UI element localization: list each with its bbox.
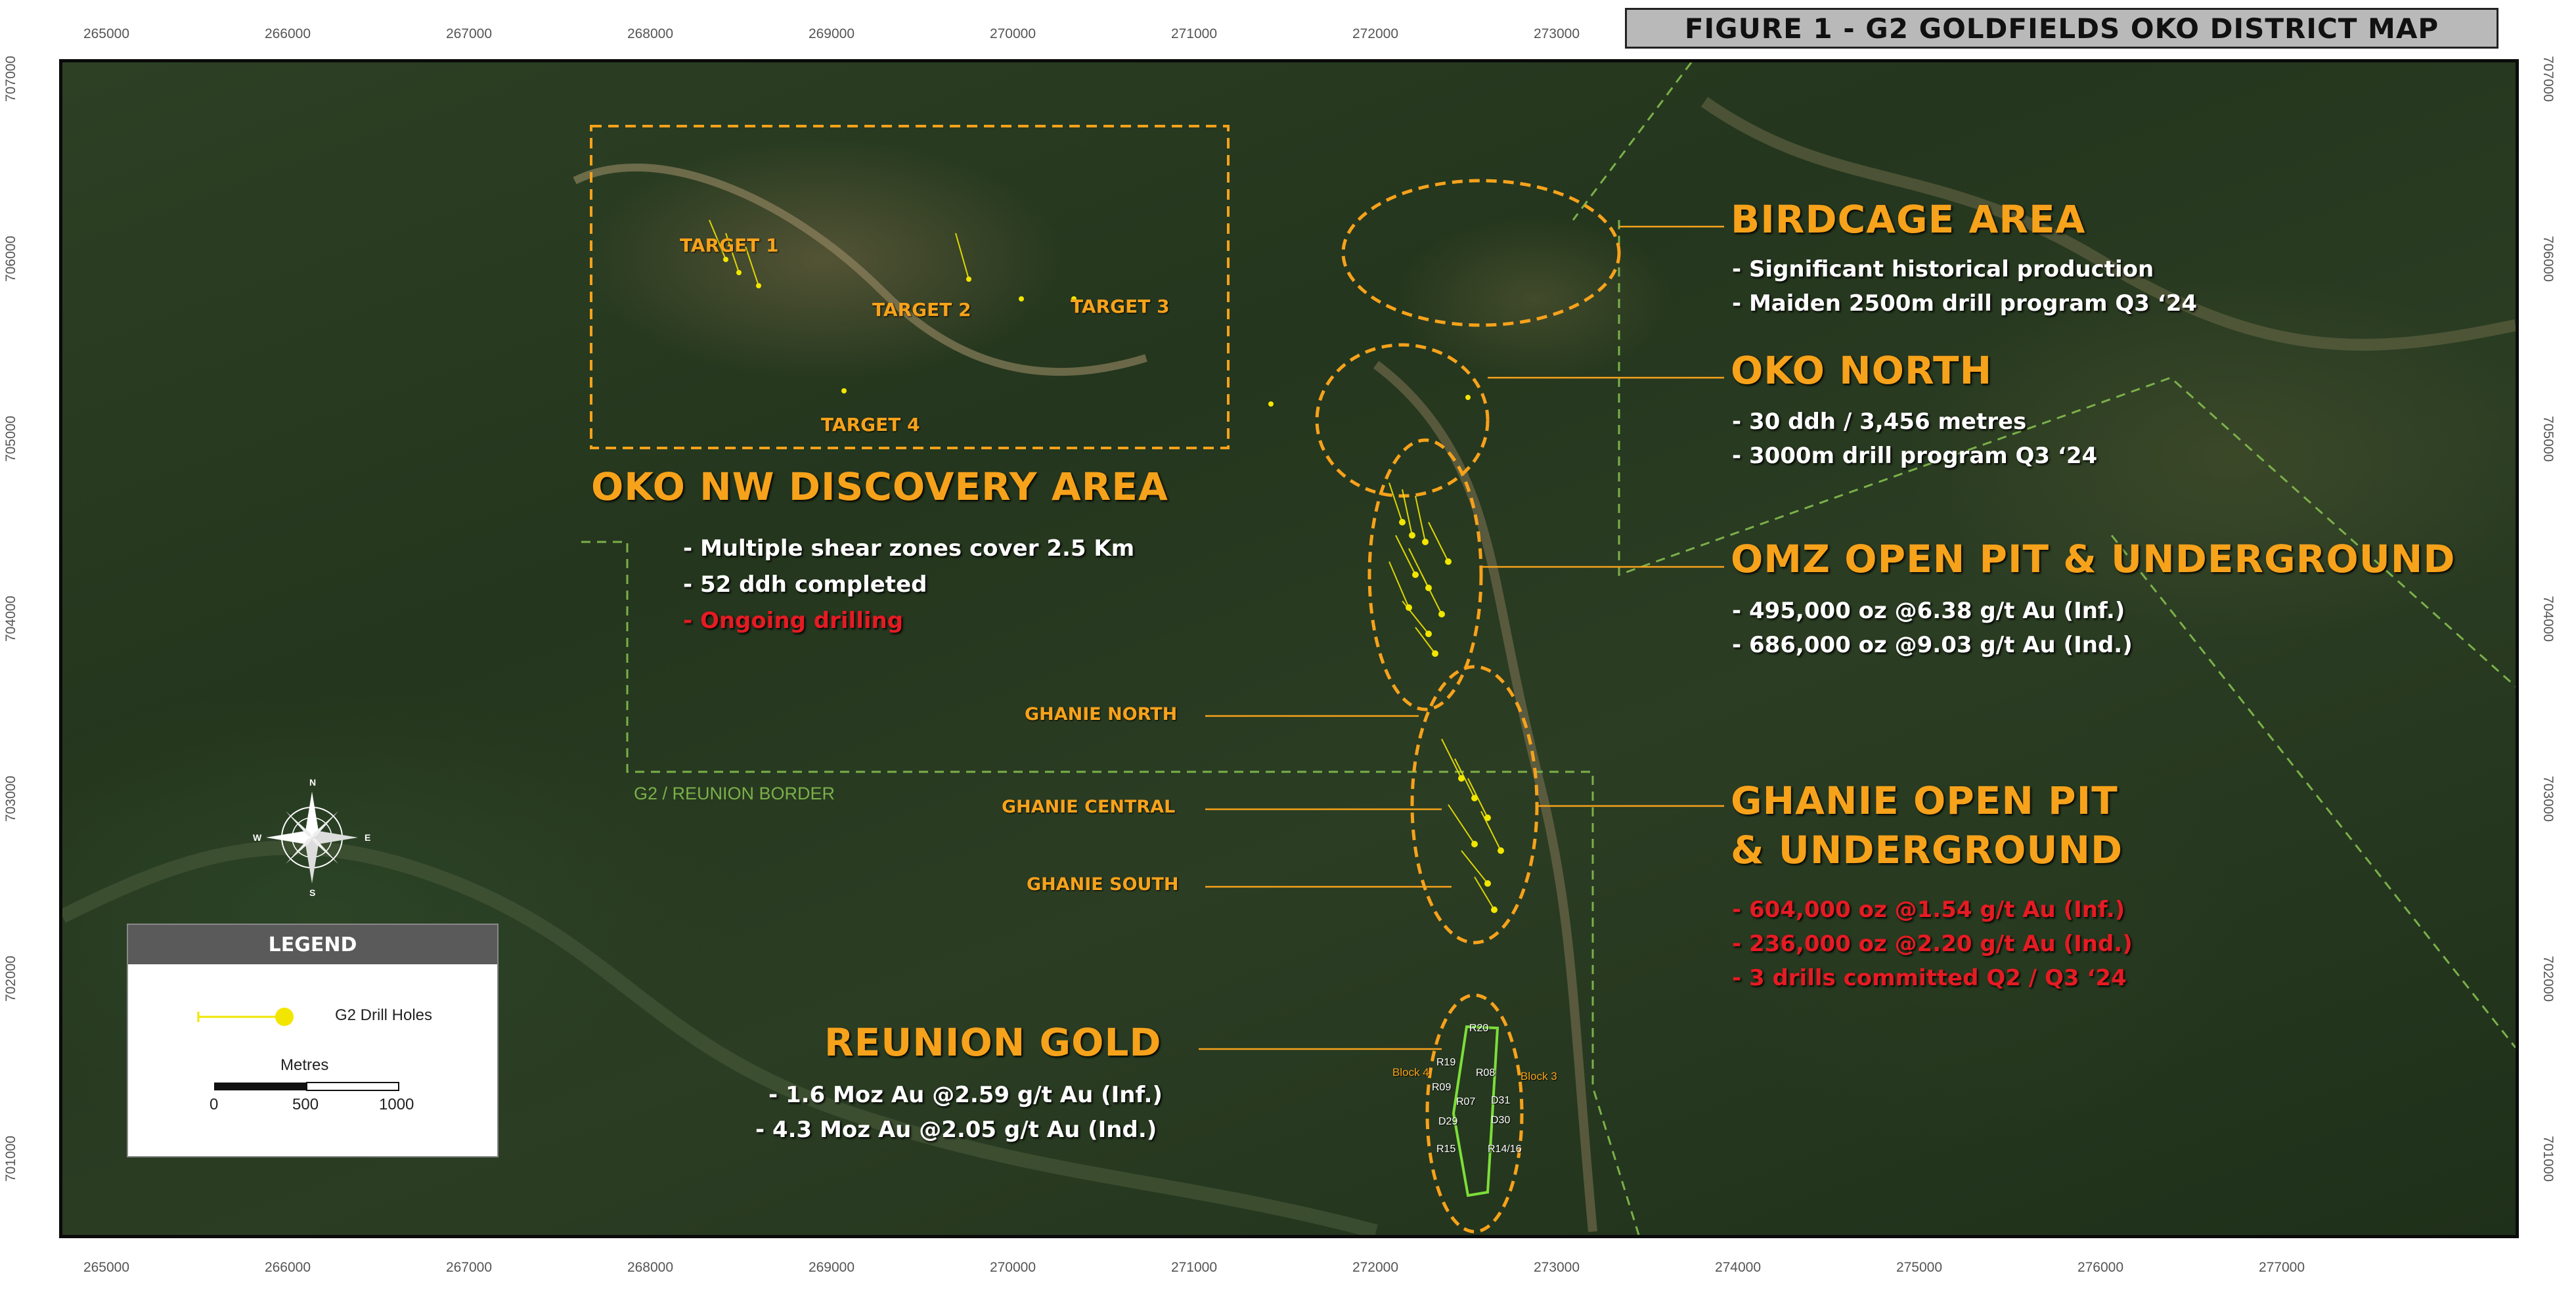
y-tick-right: 704000 bbox=[2541, 595, 2556, 642]
omz-bullet: - 495,000 oz @6.38 g/t Au (Inf.) bbox=[1732, 598, 2125, 624]
birdcage-bullet: - Maiden 2500m drill program Q3 ‘24 bbox=[1732, 290, 2198, 317]
y-tick-right: 703000 bbox=[2541, 775, 2556, 822]
ghanie-south-label: GHANIE SOUTH bbox=[1027, 874, 1179, 895]
y-tick-left: 705000 bbox=[3, 415, 18, 462]
x-tick-bottom: 277000 bbox=[2258, 1260, 2305, 1275]
x-tick-top: 270000 bbox=[989, 26, 1036, 41]
scale-title: Metres bbox=[280, 1056, 329, 1074]
birdcage-bullet: - Significant historical production bbox=[1732, 256, 2154, 282]
hole-r14-16: R14/16 bbox=[1488, 1144, 1522, 1155]
y-tick-left: 703000 bbox=[3, 775, 18, 822]
y-tick-left: 702000 bbox=[3, 955, 18, 1002]
y-tick-left: 707000 bbox=[3, 55, 18, 102]
g2-reunion-border bbox=[2110, 535, 2516, 1048]
y-tick-right: 706000 bbox=[2541, 235, 2556, 282]
x-tick-top: 273000 bbox=[1533, 26, 1580, 41]
x-tick-bottom: 267000 bbox=[445, 1260, 493, 1275]
x-tick-bottom: 275000 bbox=[1896, 1260, 1943, 1275]
oko-north-bullet: - 3000m drill program Q3 ‘24 bbox=[1732, 443, 2098, 469]
target-3-label: TARGET 3 bbox=[1071, 296, 1170, 317]
x-tick-top: 271000 bbox=[1170, 26, 1218, 41]
omz-bullet: - 686,000 oz @9.03 g/t Au (Ind.) bbox=[1732, 632, 2133, 658]
hole-d30: D30 bbox=[1491, 1115, 1511, 1126]
oko-north-bullet: - 30 ddh / 3,456 metres bbox=[1732, 409, 2027, 435]
figure-title-box: FIGURE 1 - G2 GOLDFIELDS OKO DISTRICT MA… bbox=[1625, 8, 2498, 49]
reunion-heading: REUNION GOLD bbox=[824, 1020, 1162, 1065]
ghanie-heading-line2: & UNDERGROUND bbox=[1731, 828, 2123, 872]
block-3-label: Block 3 bbox=[1521, 1070, 1557, 1083]
drill-hole-symbol bbox=[197, 1008, 294, 1026]
ghanie-ellipse bbox=[1410, 665, 1539, 945]
y-tick-right: 701000 bbox=[2541, 1135, 2556, 1182]
hole-r09: R09 bbox=[1432, 1082, 1452, 1093]
y-tick-right: 702000 bbox=[2541, 955, 2556, 1002]
y-tick-left: 704000 bbox=[3, 595, 18, 642]
reunion-pit-outline bbox=[1452, 1025, 1499, 1197]
target-4-label: TARGET 4 bbox=[821, 414, 920, 436]
legend-box: LEGEND G2 Drill Holes Metres 0 500 1000 bbox=[127, 924, 499, 1157]
compass-rose bbox=[266, 792, 358, 883]
ghanie-bullet-red: - 236,000 oz @2.20 g/t Au (Ind.) bbox=[1732, 931, 2133, 957]
scale-label-1000: 1000 bbox=[379, 1096, 414, 1113]
g2-reunion-border bbox=[1572, 62, 1693, 221]
x-tick-bottom: 268000 bbox=[627, 1260, 674, 1275]
x-tick-top: 272000 bbox=[1352, 26, 1399, 41]
x-tick-top: 267000 bbox=[445, 26, 493, 41]
hole-r08: R08 bbox=[1476, 1067, 1496, 1079]
x-tick-top: 269000 bbox=[808, 26, 855, 41]
x-tick-bottom: 269000 bbox=[808, 1260, 855, 1275]
oko-nw-bullet: - 52 ddh completed bbox=[683, 571, 927, 598]
y-tick-left: 701000 bbox=[3, 1135, 18, 1182]
compass-e: E bbox=[365, 832, 371, 843]
legend-item-label: G2 Drill Holes bbox=[335, 1006, 433, 1024]
birdcage-ellipse bbox=[1341, 179, 1621, 327]
scale-label-500: 500 bbox=[292, 1096, 319, 1113]
hole-r15: R15 bbox=[1436, 1144, 1456, 1155]
hole-r19: R19 bbox=[1436, 1057, 1456, 1068]
compass-w: W bbox=[253, 832, 262, 843]
omz-heading: OMZ OPEN PIT & UNDERGROUND bbox=[1731, 537, 2456, 581]
g2-reunion-border-label: G2 / REUNION BORDER bbox=[634, 784, 835, 803]
hole-r07: R07 bbox=[1456, 1096, 1476, 1107]
target-2-label: TARGET 2 bbox=[872, 299, 971, 321]
ghanie-central-label: GHANIE CENTRAL bbox=[1002, 797, 1176, 817]
legend-title: LEGEND bbox=[128, 925, 497, 964]
y-tick-right: 705000 bbox=[2541, 415, 2556, 462]
scale-label-0: 0 bbox=[210, 1096, 219, 1113]
figure-title: FIGURE 1 - G2 GOLDFIELDS OKO DISTRICT MA… bbox=[1684, 12, 2439, 45]
ghanie-bullet-red: - 604,000 oz @1.54 g/t Au (Inf.) bbox=[1732, 897, 2125, 923]
hole-d29: D29 bbox=[1438, 1116, 1458, 1127]
oko-nw-heading: OKO NW DISCOVERY AREA bbox=[591, 464, 1168, 509]
oko-north-heading: OKO NORTH bbox=[1731, 348, 1993, 393]
scale-bar bbox=[214, 1082, 399, 1091]
oko-nw-bullet: - Multiple shear zones cover 2.5 Km bbox=[683, 535, 1135, 562]
y-tick-left: 706000 bbox=[3, 235, 18, 282]
block-4-label: Block 4 bbox=[1392, 1066, 1429, 1079]
x-tick-bottom: 273000 bbox=[1533, 1260, 1580, 1275]
x-tick-bottom: 276000 bbox=[2077, 1260, 2124, 1275]
hole-d31: D31 bbox=[1491, 1095, 1511, 1106]
x-tick-top: 265000 bbox=[83, 26, 130, 41]
hole-r20: R20 bbox=[1469, 1023, 1489, 1034]
clearing bbox=[573, 164, 1147, 376]
oko-nw-bullet-red: - Ongoing drilling bbox=[683, 608, 904, 634]
x-tick-bottom: 274000 bbox=[1714, 1260, 1762, 1275]
x-tick-top: 268000 bbox=[627, 26, 674, 41]
ghanie-heading-line1: GHANIE OPEN PIT bbox=[1731, 778, 2118, 823]
x-tick-bottom: 265000 bbox=[83, 1260, 130, 1275]
y-tick-right: 707000 bbox=[2541, 55, 2556, 102]
ghanie-north-label: GHANIE NORTH bbox=[1025, 704, 1178, 725]
x-tick-top: 266000 bbox=[264, 26, 311, 41]
birdcage-heading: BIRDCAGE AREA bbox=[1731, 197, 2086, 242]
compass-n: N bbox=[309, 777, 317, 788]
reunion-bullet: - 4.3 Moz Au @2.05 g/t Au (Ind.) bbox=[755, 1117, 1157, 1143]
x-tick-bottom: 272000 bbox=[1352, 1260, 1399, 1275]
compass-s: S bbox=[309, 887, 316, 898]
ghanie-bullet-red: - 3 drills committed Q2 / Q3 ‘24 bbox=[1732, 965, 2127, 991]
x-tick-bottom: 271000 bbox=[1170, 1260, 1218, 1275]
reunion-bullet: - 1.6 Moz Au @2.59 g/t Au (Inf.) bbox=[768, 1082, 1163, 1108]
x-tick-bottom: 270000 bbox=[989, 1260, 1036, 1275]
x-tick-bottom: 266000 bbox=[264, 1260, 311, 1275]
target-1-label: TARGET 1 bbox=[680, 235, 779, 256]
